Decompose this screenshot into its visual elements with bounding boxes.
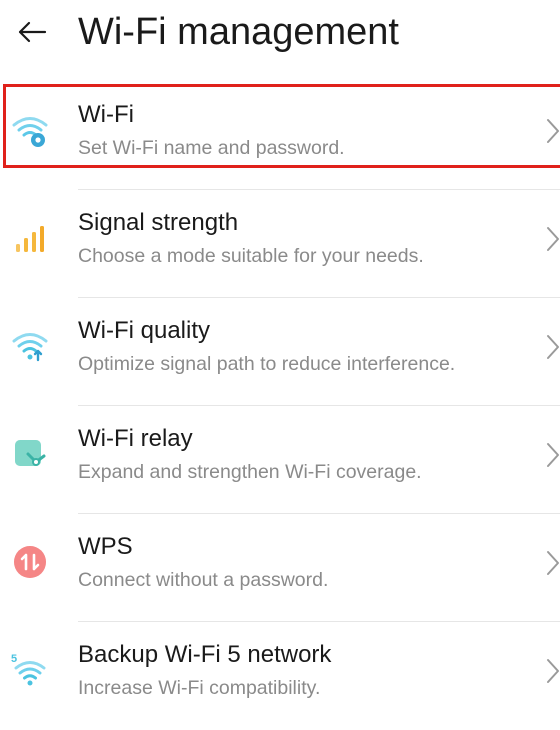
wifi-quality-icon [10,326,50,366]
list-item-label: Signal strength [78,209,239,236]
list-item-backup-wifi-5[interactable]: 5 Backup Wi-Fi 5 network Increase Wi-Fi … [0,622,560,730]
wifi-5-icon: 5 [10,650,50,690]
svg-text:5: 5 [11,653,17,665]
list-item-description: Set Wi-Fi name and password. [78,137,345,159]
list-item-description: Increase Wi-Fi compatibility. [78,677,321,699]
wifi-relay-icon [10,434,50,474]
signal-bars-icon [10,218,50,258]
list-item-label: WPS [78,533,133,560]
list-item-label: Wi-Fi quality [78,317,211,344]
arrow-left-icon[interactable] [12,14,52,50]
chevron-right-icon [540,656,560,686]
chevron-right-icon [540,440,560,470]
chevron-right-icon [540,548,560,578]
wps-icon [10,542,50,582]
list-item-description: Expand and strengthen Wi-Fi coverage. [78,461,422,483]
list-item-signal-strength[interactable]: Signal strength Choose a mode suitable f… [0,190,560,298]
list-item-wifi-relay[interactable]: Wi-Fi relay Expand and strengthen Wi-Fi … [0,406,560,514]
page-title: Wi-Fi management [78,11,399,53]
list-item-wps[interactable]: WPS Connect without a password. [0,514,560,622]
settings-list: Wi-Fi Set Wi-Fi name and password. Signa… [0,82,560,730]
list-item-description: Connect without a password. [78,569,329,591]
list-item-wifi-quality[interactable]: Wi-Fi quality Optimize signal path to re… [0,298,560,406]
list-item-label: Wi-Fi [78,101,134,128]
chevron-right-icon [540,116,560,146]
list-item-label: Wi-Fi relay [78,425,193,452]
chevron-right-icon [540,224,560,254]
list-item-label: Backup Wi-Fi 5 network [78,641,332,668]
list-item-description: Choose a mode suitable for your needs. [78,245,424,267]
wifi-settings-icon [10,110,50,150]
header: Wi-Fi management [0,0,560,70]
chevron-right-icon [540,332,560,362]
list-item-wifi[interactable]: Wi-Fi Set Wi-Fi name and password. [0,82,560,190]
list-item-description: Optimize signal path to reduce interfere… [78,353,456,375]
